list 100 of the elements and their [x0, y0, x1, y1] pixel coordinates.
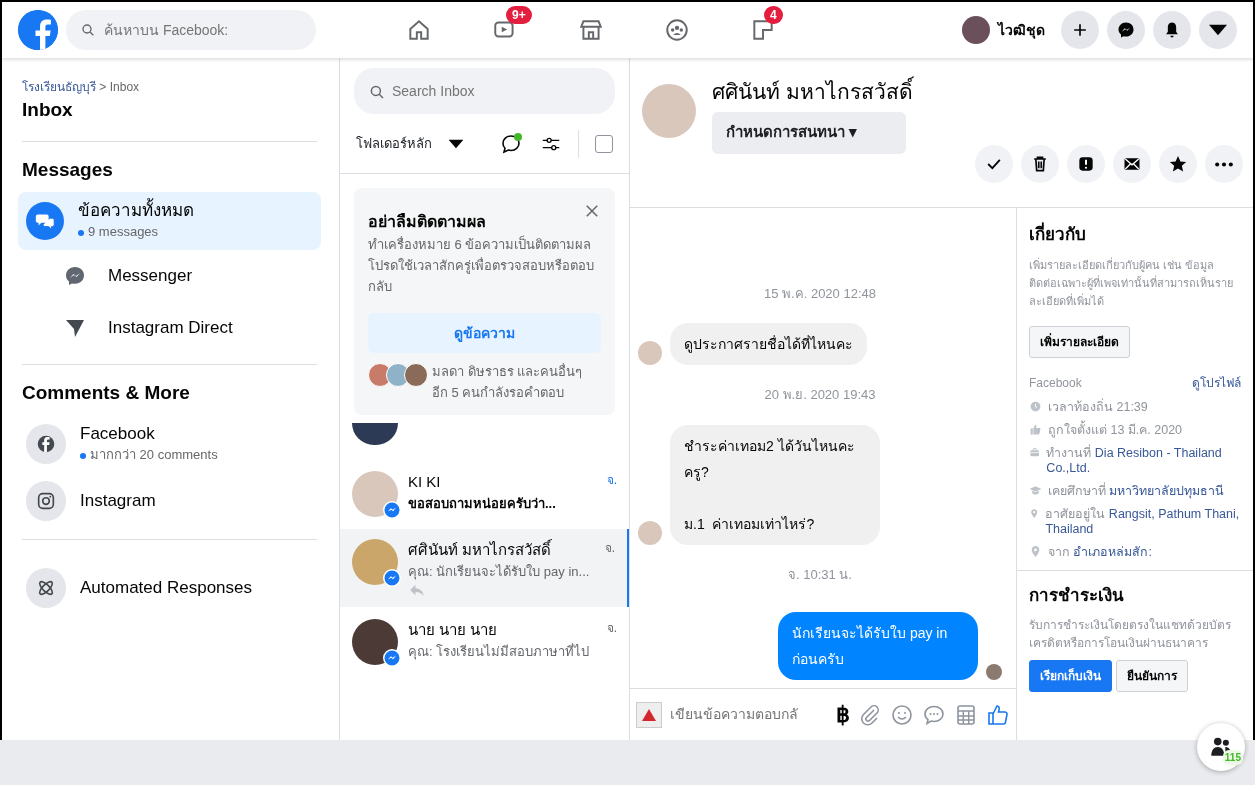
home-icon [406, 17, 432, 43]
notification-count: 4 [764, 6, 783, 24]
detail-text: เวลาท้องถิ่น 21:39 [1048, 399, 1148, 415]
message-bubble: นักเรียนจะได้รับใบ pay in ก่อนครับ [778, 612, 978, 680]
breadcrumb-link[interactable]: โรงเรียนธัญบุรี [22, 80, 96, 94]
sidebar-item[interactable]: Messenger [18, 249, 321, 302]
star-button[interactable] [1159, 145, 1197, 183]
contact-name: KI KI [408, 472, 441, 492]
card-title: อย่าลืมติดตามผล [368, 212, 486, 232]
contact-name: นาย นาย นาย [408, 620, 498, 640]
messenger-badge-icon [383, 649, 401, 667]
payment-button[interactable]: ฿ [836, 698, 850, 731]
message-bubble: ดูประกาศรายชื่อได้ที่ไหนคะ [670, 323, 867, 365]
caret-button[interactable] [1199, 11, 1237, 49]
detail-text: ทำงานที่ Dia Resibon - Thailand Co.,Ltd. [1046, 445, 1223, 476]
view-messages-button[interactable]: ดูข้อความ [368, 313, 601, 353]
chat-bubble-icon[interactable] [500, 131, 524, 156]
avatar[interactable] [962, 16, 990, 44]
message-preview: คุณ: โรงเรียนไม่มีสอบภาษาที่ไป [408, 642, 591, 661]
check-button[interactable] [975, 145, 1013, 183]
detail-text: จาก อำเภอหล่มสัก: [1048, 544, 1152, 560]
section-description: เพิ่มรายละเอียดเกี่ยวกับผู้คน เช่น ข้อมูลติดต่อเฉพาะผู้ที่เพจเท่านั้นที่สามารถเห็นรายละเอียดที่เพิ่มได้ [1029, 256, 1234, 309]
avatar [352, 423, 398, 445]
detail-text: ถูกใจตั้งแต่ 13 มี.ค. 2020 [1048, 422, 1183, 438]
briefcase-icon [1029, 445, 1041, 459]
section-title: การชำระเงิน [1029, 584, 1125, 607]
smiley-icon[interactable] [890, 702, 914, 727]
facebook-logo[interactable] [18, 10, 58, 50]
page-title: Inbox [21, 98, 74, 122]
messenger-badge-icon [383, 569, 401, 587]
graduation-cap-icon [1029, 483, 1042, 497]
sidebar-item[interactable]: Facebook มากกว่า 20 comments [18, 415, 321, 473]
search-field[interactable]: ค้นหาบน Facebook: [66, 10, 316, 50]
paperclip-icon[interactable] [858, 702, 882, 727]
conversation-item[interactable]: นาย นาย นาย จ. คุณ: โรงเรียนไม่มีสอบภาษาที่ไป [340, 607, 629, 677]
group-circle-icon [664, 17, 690, 43]
view-profile-link[interactable]: ดูโปรไฟล์ [1192, 373, 1241, 392]
detail-text: อาศัยอยู่ใน Rangsit, Pathum Thani, Thailand [1045, 506, 1241, 537]
avatar [642, 84, 696, 138]
more-icon [1214, 161, 1234, 167]
timestamp: 20 พ.ย. 2020 19:43 [764, 387, 876, 402]
thumbs-up-icon[interactable] [986, 702, 1010, 727]
storefront-icon [578, 17, 604, 43]
message-time: จ. [604, 540, 615, 557]
location-pin-icon [1029, 506, 1040, 520]
confirm-button[interactable]: ยืนยันการ [1116, 660, 1188, 692]
close-icon [583, 202, 601, 220]
detail-text: เคยศึกษาที่ มหาวิทยาลัยปทุมธานี [1048, 483, 1225, 499]
section-heading: Comments & More [21, 380, 191, 405]
breadcrumb-separator: > [99, 80, 107, 94]
timestamp: 15 พ.ค. 2020 12:48 [764, 285, 876, 301]
sidebar-item[interactable]: Instagram Direct [18, 301, 321, 354]
trash-button[interactable] [1021, 145, 1059, 183]
facebook-icon [26, 423, 66, 464]
contact-name: ศศินันท์ มหาไกรสวัสดิ์ [408, 539, 552, 560]
nav-tab[interactable]: 4 [720, 4, 806, 56]
assign-dropdown[interactable]: กำหนดการสนทนา ▾ [712, 111, 906, 154]
folder-dropdown[interactable]: โฟลเดอร์หลัก [356, 133, 464, 154]
instagram-icon [26, 480, 66, 521]
message-preview: ขอสอบถามหน่อยครับว่า... [408, 494, 557, 513]
star-icon [1168, 154, 1188, 174]
message-bubble: ชำระค่าเทอม2 ได้วันไหนคะครู? ม.1 ค่าเทอมเท่าไหร่? [670, 424, 880, 545]
messenger-icon [1116, 20, 1136, 40]
page-logo-icon [636, 701, 662, 728]
message-time: จ. [606, 472, 617, 489]
flag-page-icon [750, 17, 776, 43]
more-button[interactable] [1205, 145, 1243, 183]
message-preview: คุณ: นักเรียนจะได้รับใบ pay in... [408, 562, 591, 581]
avatar [638, 520, 662, 545]
grid-icon[interactable] [954, 702, 978, 727]
waiting-text: มลดา ดิษราธร และคนอื่นๆ อีก 5 คนกำลังรอคำตอบ [432, 362, 584, 402]
request-payment-button[interactable]: เรียกเก็บเงิน [1029, 660, 1112, 692]
exclamation-icon [1076, 154, 1096, 174]
thumbs-up-icon [1029, 422, 1042, 436]
sidebar-item[interactable]: Instagram [18, 472, 321, 529]
avatar [986, 664, 1002, 680]
exclamation-button[interactable] [1067, 145, 1105, 183]
add-details-button[interactable]: เพิ่มรายละเอียด [1029, 325, 1130, 358]
location-pin-icon [1029, 544, 1042, 558]
search-field[interactable]: Search Inbox [354, 68, 615, 114]
card-text: ทำเครื่องหมาย 6 ข้อความเป็นติดตามผล โปรดใช้เวลาสักครู่เพื่อตรวจสอบหรือตอบกลับ [368, 234, 595, 296]
plus-button[interactable] [1061, 11, 1099, 49]
sidebar-item[interactable]: ข้อความทั้งหมด 9 messages [18, 192, 321, 250]
conversation-item[interactable]: KI KI จ. ขอสอบถามหน่อยครับว่า... [340, 459, 629, 529]
breadcrumb-current: Inbox [109, 80, 140, 94]
messenger-button[interactable] [1107, 11, 1145, 49]
message-time: จ. [606, 620, 617, 637]
clock-icon [1029, 399, 1042, 413]
profile-name[interactable]: ไวฒิชุด [998, 19, 1045, 41]
checkbox[interactable] [595, 134, 613, 153]
conversation-item[interactable]: ศศินันท์ มหาไกรสวัสดิ์ จ. คุณ: นักเรียนจะได้รับใบ pay in... [340, 529, 629, 607]
avatar [404, 363, 428, 387]
timestamp: จ. 10:31 น. [788, 566, 852, 582]
caret-icon [1208, 24, 1228, 36]
bell-button[interactable] [1153, 11, 1191, 49]
sidebar-item[interactable]: Automated Responses [18, 559, 321, 616]
section-heading: Messages [21, 157, 114, 182]
contact-name: ศศินันท์ มหาไกรสวัสดิ์ [712, 76, 913, 108]
envelope-button[interactable] [1113, 145, 1151, 183]
nav-tab[interactable]: 9+ [462, 4, 548, 56]
